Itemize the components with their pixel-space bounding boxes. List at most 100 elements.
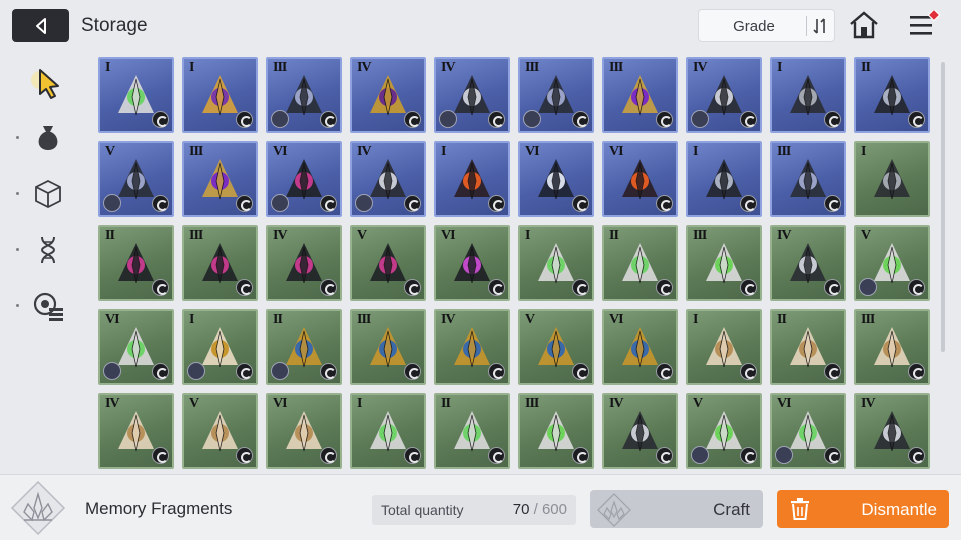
sidebar-item-materials[interactable]: [28, 174, 68, 214]
sort-divider: [806, 16, 807, 36]
item-tile[interactable]: IV: [686, 57, 762, 133]
equipped-avatar-icon: [103, 362, 121, 380]
item-tile[interactable]: III: [770, 141, 846, 217]
wave-badge-icon: [320, 195, 337, 212]
item-tier: II: [777, 312, 787, 327]
wave-badge-icon: [824, 447, 841, 464]
item-tile[interactable]: IV: [98, 393, 174, 469]
category-label: Memory Fragments: [85, 499, 233, 518]
item-grid: I I III IV IV III III IV I II V III VI IV I VI VI I III I II…: [98, 57, 938, 475]
item-tile[interactable]: III: [350, 309, 426, 385]
item-tile[interactable]: V: [686, 393, 762, 469]
back-button[interactable]: [12, 9, 69, 42]
item-tile[interactable]: III: [182, 141, 258, 217]
item-tile[interactable]: I: [854, 141, 930, 217]
item-tile[interactable]: I: [770, 57, 846, 133]
item-tile[interactable]: I: [434, 141, 510, 217]
item-tile[interactable]: IV: [350, 57, 426, 133]
item-tier: IV: [273, 228, 288, 243]
item-tier: II: [441, 396, 451, 411]
item-tile[interactable]: VI: [770, 393, 846, 469]
sidebar-item-memory[interactable]: [28, 286, 68, 326]
sort-toggle-icon[interactable]: [810, 14, 832, 38]
item-tile[interactable]: I: [686, 309, 762, 385]
gear-badge-icon: [656, 111, 673, 128]
item-tile[interactable]: II: [602, 225, 678, 301]
item-tile[interactable]: IV: [266, 225, 342, 301]
equipped-avatar-icon: [859, 278, 877, 296]
item-tile[interactable]: VI: [518, 141, 594, 217]
item-tile[interactable]: VI: [98, 309, 174, 385]
item-tier: VI: [609, 144, 624, 159]
item-tile[interactable]: III: [518, 393, 594, 469]
item-tile[interactable]: VI: [602, 141, 678, 217]
swirl-badge-icon: [824, 363, 841, 380]
item-tile[interactable]: I: [98, 57, 174, 133]
bottom-bar: Memory Fragments Total quantity 70 / 600…: [0, 474, 961, 540]
item-tile[interactable]: III: [266, 57, 342, 133]
item-tile[interactable]: VI: [434, 225, 510, 301]
sidebar-item-bag[interactable]: [28, 118, 68, 158]
menu-icon[interactable]: [908, 10, 942, 40]
swirl-badge-icon: [236, 447, 253, 464]
sidebar-item-all[interactable]: [28, 62, 68, 102]
item-tile[interactable]: I: [182, 309, 258, 385]
home-icon[interactable]: [848, 10, 880, 40]
item-tile[interactable]: IV: [350, 141, 426, 217]
snow-badge-icon: [572, 195, 589, 212]
grade-sort-dropdown[interactable]: Grade: [698, 9, 835, 42]
item-tile[interactable]: III: [854, 309, 930, 385]
item-tile[interactable]: II: [266, 309, 342, 385]
item-tile[interactable]: I: [518, 225, 594, 301]
item-tier: III: [189, 228, 203, 243]
item-tier: IV: [441, 312, 456, 327]
item-tile[interactable]: IV: [602, 393, 678, 469]
item-tile[interactable]: V: [182, 393, 258, 469]
disc-list-icon: [33, 292, 63, 321]
sidebar-item-gene[interactable]: [28, 230, 68, 270]
total-quantity-label: Total quantity: [381, 502, 464, 518]
wave-badge-icon: [656, 279, 673, 296]
item-tile[interactable]: IV: [434, 309, 510, 385]
item-tile[interactable]: III: [686, 225, 762, 301]
equipped-avatar-icon: [271, 362, 289, 380]
dismantle-button[interactable]: Dismantle: [777, 490, 949, 528]
trident-badge-icon: [236, 363, 253, 380]
item-tile[interactable]: V: [518, 309, 594, 385]
item-tile[interactable]: VI: [266, 393, 342, 469]
page-title: Storage: [81, 15, 148, 36]
item-tile[interactable]: I: [182, 57, 258, 133]
item-tile[interactable]: IV: [854, 393, 930, 469]
item-tile[interactable]: IV: [434, 57, 510, 133]
gear-badge-icon: [404, 111, 421, 128]
item-tier: V: [189, 396, 199, 411]
item-tile[interactable]: I: [686, 141, 762, 217]
item-tile[interactable]: V: [98, 141, 174, 217]
item-tier: I: [777, 60, 783, 75]
top-bar: Storage Grade: [0, 0, 961, 52]
item-tile[interactable]: II: [98, 225, 174, 301]
item-tier: III: [525, 60, 539, 75]
item-tier: V: [525, 312, 535, 327]
item-tile[interactable]: VI: [602, 309, 678, 385]
item-tile[interactable]: VI: [266, 141, 342, 217]
item-tile[interactable]: II: [770, 309, 846, 385]
cube-icon: [35, 179, 61, 209]
item-tile[interactable]: V: [854, 225, 930, 301]
wave-badge-icon: [572, 111, 589, 128]
item-tile[interactable]: III: [602, 57, 678, 133]
item-tile[interactable]: V: [350, 225, 426, 301]
quantity-current: 70: [512, 501, 530, 518]
item-tier: V: [693, 396, 703, 411]
item-tile[interactable]: III: [182, 225, 258, 301]
item-tier: V: [861, 228, 871, 243]
trident-badge-icon: [320, 363, 337, 380]
item-tile[interactable]: II: [854, 57, 930, 133]
item-tile[interactable]: II: [434, 393, 510, 469]
item-tile[interactable]: IV: [770, 225, 846, 301]
grid-scrollbar[interactable]: [941, 62, 945, 352]
item-tile[interactable]: I: [350, 393, 426, 469]
item-tier: IV: [441, 60, 456, 75]
item-tile[interactable]: III: [518, 57, 594, 133]
craft-button[interactable]: Craft: [590, 490, 763, 528]
